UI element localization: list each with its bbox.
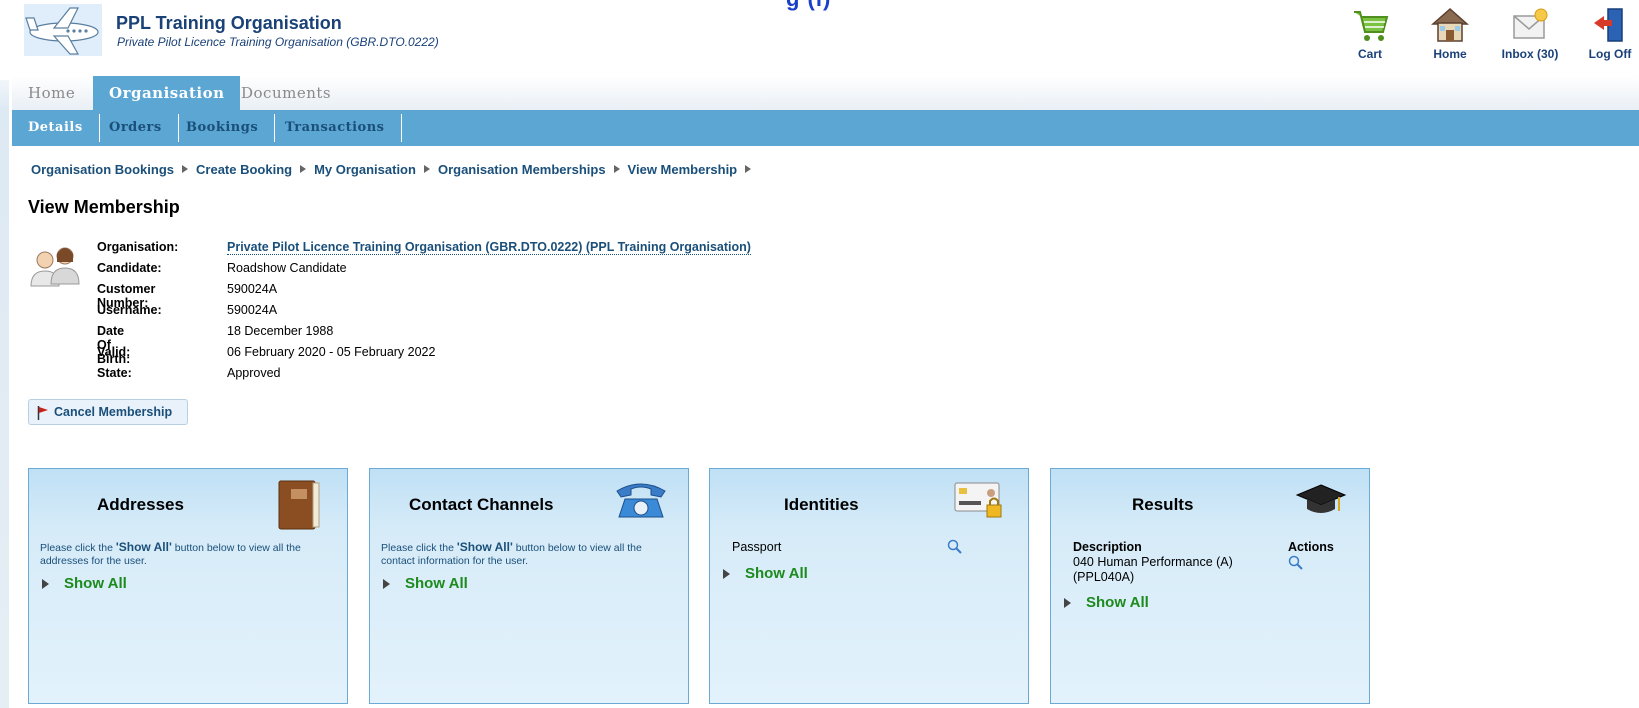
detail-value: Approved [227, 366, 281, 380]
breadcrumb-item-my-organisation[interactable]: My Organisation [314, 162, 416, 177]
tab-documents[interactable]: Documents [225, 76, 347, 110]
cancel-membership-label: Cancel Membership [54, 405, 173, 419]
identities-title: Identities [784, 495, 859, 514]
contact-channels-show-all-button[interactable]: Show All [383, 575, 468, 592]
detail-value: 18 December 1988 [227, 324, 334, 338]
magnify-icon[interactable] [947, 539, 963, 555]
breadcrumb-item-organisation-bookings[interactable]: Organisation Bookings [31, 162, 174, 177]
results-panel: Results Description Actions 040 Human Pe… [1050, 468, 1370, 704]
addresses-hint: Please click the 'Show All' button below… [40, 540, 301, 568]
subtab-details[interactable]: Details [12, 114, 100, 142]
breadcrumb-separator-icon [300, 165, 307, 173]
main-tabs: Home Organisation Documents [12, 76, 1639, 110]
id-card-lock-icon [954, 482, 1002, 518]
top-cut-text: g (i) [786, 0, 831, 12]
org-title: PPL Training Organisation [116, 13, 342, 33]
results-col-description: Description [1073, 540, 1142, 554]
contact-channels-panel: Contact Channels Please click the 'Show … [369, 468, 689, 704]
results-show-all-button[interactable]: Show All [1064, 594, 1149, 611]
expand-arrow-icon [42, 579, 49, 589]
detail-label: Candidate: [97, 261, 162, 275]
identities-panel: Identities Passport Show All [709, 468, 1029, 704]
contact-channels-hint: Please click the 'Show All' button below… [381, 540, 642, 568]
results-col-actions: Actions [1288, 540, 1334, 554]
graduation-cap-icon [1295, 484, 1347, 513]
breadcrumb-item-create-booking[interactable]: Create Booking [196, 162, 292, 177]
sub-tabs: Details Orders Bookings Transactions [12, 110, 1639, 146]
detail-label: Organisation: [97, 240, 179, 254]
airplane-logo-icon [24, 4, 102, 56]
magnify-icon[interactable] [1288, 555, 1304, 571]
telephone-icon [616, 483, 666, 518]
people-icon [30, 247, 80, 287]
cart-label: Cart [1357, 47, 1382, 61]
cart-icon [1354, 11, 1389, 41]
addresses-show-all-button[interactable]: Show All [42, 575, 127, 592]
home-button[interactable]: Home [1414, 6, 1486, 61]
home-icon [1431, 7, 1469, 42]
expand-arrow-icon [1064, 598, 1071, 608]
organisation-link[interactable]: Private Pilot Licence Training Organisat… [227, 240, 751, 255]
detail-value: 590024A [227, 282, 278, 296]
page-title: View Membership [28, 197, 180, 217]
breadcrumb-separator-icon [182, 165, 189, 173]
detail-value: 06 February 2020 - 05 February 2022 [227, 345, 436, 359]
address-book-icon [278, 480, 320, 530]
logoff-icon [1594, 8, 1623, 42]
inbox-button[interactable]: Inbox (30) [1494, 6, 1566, 61]
expand-arrow-icon [383, 579, 390, 589]
result-description-line1: 040 Human Performance (A) [1073, 555, 1233, 569]
breadcrumb-separator-icon [613, 165, 620, 173]
flag-icon [37, 406, 48, 420]
header: PPL Training Organisation Private Pilot … [0, 0, 1639, 80]
breadcrumb-separator-icon [423, 165, 430, 173]
detail-label: Valid: [97, 345, 131, 359]
result-description-line2: (PPL040A) [1073, 570, 1135, 584]
expand-arrow-icon [723, 569, 730, 579]
breadcrumb-item-view-membership[interactable]: View Membership [628, 162, 738, 177]
breadcrumb-separator-icon [745, 165, 752, 173]
breadcrumb-item-organisation-memberships[interactable]: Organisation Memberships [438, 162, 606, 177]
org-subtitle: Private Pilot Licence Training Organisat… [117, 35, 439, 49]
identity-item: Passport [732, 540, 782, 554]
detail-label: Username: [97, 303, 162, 317]
detail-label: State: [97, 366, 132, 380]
inbox-label: Inbox (30) [1501, 47, 1559, 61]
tab-organisation[interactable]: Organisation [93, 76, 241, 110]
subtab-orders[interactable]: Orders [93, 114, 179, 142]
addresses-panel: Addresses Please click the 'Show All' bu… [28, 468, 348, 704]
left-edge [0, 0, 9, 708]
subtab-bookings[interactable]: Bookings [170, 114, 276, 142]
identities-show-all-button[interactable]: Show All [723, 565, 808, 582]
breadcrumb: Organisation Bookings Create Booking My Or… [31, 162, 759, 177]
home-label: Home [1433, 47, 1467, 61]
detail-value: Roadshow Candidate [227, 261, 347, 275]
addresses-title: Addresses [97, 495, 184, 514]
subtab-transactions[interactable]: Transactions [269, 114, 402, 142]
log-off-label: Log Off [1588, 47, 1632, 61]
log-off-button[interactable]: Log Off [1574, 6, 1639, 61]
cancel-membership-button[interactable]: Cancel Membership [28, 399, 188, 425]
inbox-icon [1513, 8, 1548, 39]
tab-home[interactable]: Home [12, 76, 91, 110]
contact-channels-title: Contact Channels [409, 495, 554, 514]
cart-button[interactable]: Cart [1334, 6, 1406, 61]
detail-value: 590024A [227, 303, 278, 317]
results-title: Results [1132, 495, 1194, 514]
